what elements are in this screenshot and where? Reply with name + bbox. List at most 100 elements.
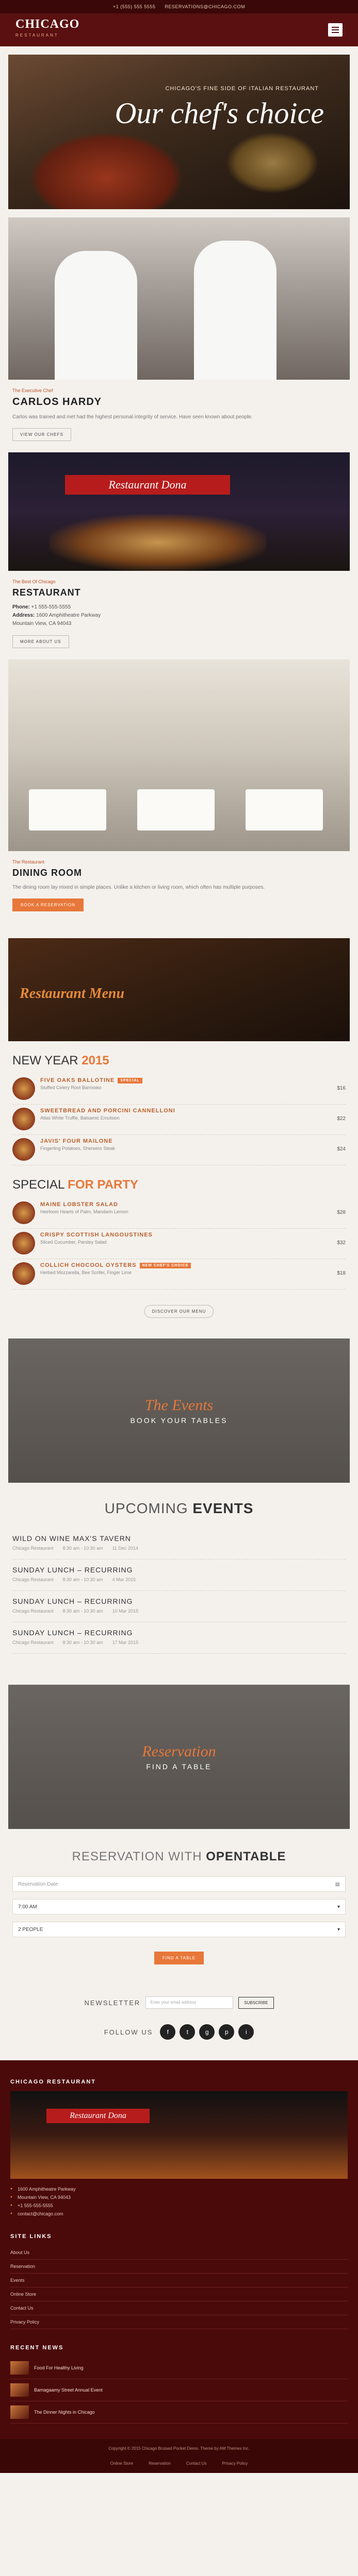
restaurant-kicker: The Best Of Chicago xyxy=(12,579,56,584)
event-item[interactable]: SUNDAY LUNCH – RECURRING Chicago Restaura… xyxy=(12,1591,346,1622)
restaurant-sign: Restaurant Dona xyxy=(65,475,230,495)
subscribe-button[interactable]: SUBSCRIBE xyxy=(238,1996,274,2009)
newsletter-email-input[interactable]: Enter your email address xyxy=(145,1996,234,2009)
menu-item-name: COLLICH CHOCOOL OYSTERS NEW CHEF'S CHOICE xyxy=(40,1262,332,1268)
facebook-icon[interactable]: f xyxy=(160,2024,176,2040)
reservation-people-select[interactable]: 2 PEOPLE ▾ xyxy=(12,1922,346,1937)
pinterest-icon[interactable]: p xyxy=(219,2024,235,2040)
menu-item[interactable]: FIVE OAKS BALLOTINE SPECIAL Stuffed Celery… xyxy=(12,1074,346,1105)
menu-item-price: $22 xyxy=(337,1116,346,1122)
instagram-icon[interactable]: i xyxy=(238,2024,254,2040)
event-name[interactable]: SUNDAY LUNCH – RECURRING xyxy=(12,1629,346,1637)
news-title[interactable]: Food For Healthy Living xyxy=(34,2365,84,2370)
menu-group-title: SPECIAL FOR PARTY xyxy=(12,1178,346,1192)
menu-item-name-text: SWEETBREAD AND PORCINI CANNELLONI xyxy=(40,1108,175,1114)
menu-item[interactable]: SWEETBREAD AND PORCINI CANNELLONI Atlas W… xyxy=(12,1105,346,1135)
menu-item[interactable]: MAINE LOBSTER SALAD Heirloom Hearts of Pa… xyxy=(12,1198,346,1229)
topbar-phone[interactable]: +1 (555) 555 5555 xyxy=(113,4,155,9)
menu-group: SPECIAL FOR PARTY MAINE LOBSTER SALAD Heir… xyxy=(0,1178,358,1290)
site-link[interactable]: Online Store xyxy=(10,2287,348,2301)
menu-item-name: MAINE LOBSTER SALAD xyxy=(40,1201,332,1208)
menu-list: NEW YEAR 2015 FIVE OAKS BALLOTINE SPECIAL S… xyxy=(0,1054,358,1290)
event-name[interactable]: WILD ON WINE MAX'S TAVERN xyxy=(12,1534,346,1543)
reservation-heading: RESERVATION WITH OPENTABLE xyxy=(0,1850,358,1864)
address-label: Address: xyxy=(12,613,35,618)
event-item[interactable]: WILD ON WINE MAX'S TAVERN Chicago Restaur… xyxy=(12,1528,346,1560)
event-date: 17 Mar 2015 xyxy=(112,1640,139,1645)
site-link[interactable]: Events xyxy=(10,2274,348,2287)
menu-item-body: CRISPY SCOTTISH LANGOUSTINES Sliced Cucum… xyxy=(40,1232,332,1245)
follow-label: FOLLOW US xyxy=(104,2028,153,2036)
find-table-button[interactable]: FIND A TABLE xyxy=(154,1952,204,1964)
bottom-link[interactable]: Reservation xyxy=(149,2461,171,2466)
menu-item[interactable]: COLLICH CHOCOOL OYSTERS NEW CHEF'S CHOICE… xyxy=(12,1259,346,1290)
hamburger-menu-icon[interactable] xyxy=(328,23,343,37)
menu-group-title: NEW YEAR 2015 xyxy=(12,1054,346,1068)
event-name[interactable]: SUNDAY LUNCH – RECURRING xyxy=(12,1597,346,1605)
reservation-heading-b: OPENTABLE xyxy=(206,1850,286,1863)
menu-item-desc: Stuffed Celery Root Barrissko xyxy=(40,1085,102,1090)
hero-title: Our chef's choice xyxy=(115,96,324,130)
event-time: 8:30 am - 10:30 am xyxy=(62,1577,103,1582)
menu-item[interactable]: CRISPY SCOTTISH LANGOUSTINES Sliced Cucum… xyxy=(12,1229,346,1259)
dish-thumbnail xyxy=(12,1201,35,1224)
event-time: 8:30 am - 10:30 am xyxy=(62,1546,103,1551)
footer-email[interactable]: contact@chicago.com xyxy=(10,2210,348,2218)
event-date: 10 Mar 2015 xyxy=(112,1608,139,1614)
reservation-banner-script: Reservation xyxy=(142,1743,216,1760)
site-link[interactable]: Reservation xyxy=(10,2260,348,2274)
event-meta: Chicago Restaurant 8:30 am - 10:30 am 11 D… xyxy=(12,1546,346,1551)
news-title[interactable]: The Dinner Nights in Chicago xyxy=(34,2410,95,2415)
news-title[interactable]: Bamagaamy Street Annual Event xyxy=(34,2387,103,2393)
menu-item-body: JAVIS' FOUR MAILONE Fingerling Potatoes, … xyxy=(40,1138,332,1151)
event-name[interactable]: SUNDAY LUNCH – RECURRING xyxy=(12,1566,346,1574)
menu-group-title-a: NEW YEAR xyxy=(12,1054,78,1067)
news-thumbnail xyxy=(10,2405,29,2419)
site-link[interactable]: Privacy Policy xyxy=(10,2315,348,2329)
event-time: 8:30 am - 10:30 am xyxy=(62,1608,103,1614)
site-link[interactable]: About Us xyxy=(10,2246,348,2260)
bottom-link[interactable]: Privacy Policy xyxy=(222,2461,248,2466)
menu-group: NEW YEAR 2015 FIVE OAKS BALLOTINE SPECIAL S… xyxy=(0,1054,358,1165)
reservation-date-field[interactable]: Reservation Date ▦ xyxy=(12,1876,346,1892)
news-item[interactable]: Bamagaamy Street Annual Event xyxy=(10,2379,348,2401)
discover-menu-button[interactable]: DISCOVER OUR MENU xyxy=(144,1305,214,1318)
date-placeholder: Reservation Date xyxy=(18,1881,58,1887)
bottom-link[interactable]: Contact Us xyxy=(186,2461,207,2466)
footer-address: 1600 Amphitheatre Parkway xyxy=(10,2185,348,2193)
chef-photo xyxy=(8,217,350,380)
twitter-icon[interactable]: t xyxy=(180,2024,196,2040)
restaurant-title: RESTAURANT xyxy=(12,587,81,598)
bottom-link[interactable]: Online Store xyxy=(110,2461,133,2466)
footer-phone[interactable]: +1 555-555-5555 xyxy=(10,2201,348,2210)
event-place: Chicago Restaurant xyxy=(12,1577,54,1582)
google-plus-icon[interactable]: g xyxy=(199,2024,215,2040)
menu-item-desc: Sliced Cucumber, Parsley Salad xyxy=(40,1240,107,1245)
reservation-banner-sub: FIND A TABLE xyxy=(146,1762,212,1771)
book-reservation-button[interactable]: BOOK A RESERVATION xyxy=(12,899,84,911)
event-item[interactable]: SUNDAY LUNCH – RECURRING Chicago Restaura… xyxy=(12,1560,346,1591)
reservation-time-select[interactable]: 7:00 AM ▾ xyxy=(12,1899,346,1914)
bottom-links: Online Store Reservation Contact Us Privacy… xyxy=(10,2461,348,2466)
footer: CHICAGO RESTAURANT Restaurant Dona 1600 … xyxy=(0,2060,358,2473)
event-meta: Chicago Restaurant 8:30 am - 10:30 am 17 M… xyxy=(12,1640,346,1645)
events-heading-b: EVENTS xyxy=(192,1500,254,1516)
event-item[interactable]: SUNDAY LUNCH – RECURRING Chicago Restaura… xyxy=(12,1622,346,1654)
recent-news-heading: RECENT NEWS xyxy=(10,2345,64,2351)
site-logo[interactable]: CHICAGO RESTAURANT xyxy=(15,18,79,41)
restaurant-phone[interactable]: +1 555-555-5555 xyxy=(31,604,71,610)
view-chefs-button[interactable]: VIEW OUR CHEFS xyxy=(12,428,71,441)
hero-tagline: CHICAGO'S FINE SIDE OF ITALIAN RESTAURAN… xyxy=(165,86,319,92)
chef-text: Carlos was trained and met had the highe… xyxy=(12,414,253,420)
more-about-button[interactable]: MORE ABOUT US xyxy=(12,635,69,648)
footer-sign: Restaurant Dona xyxy=(46,2109,150,2123)
restaurant-address: 1600 Amphitheatre Parkway xyxy=(36,613,101,618)
news-item[interactable]: Food For Healthy Living xyxy=(10,2357,348,2379)
news-item[interactable]: The Dinner Nights in Chicago xyxy=(10,2401,348,2424)
event-time: 8:30 am - 10:30 am xyxy=(62,1640,103,1645)
site-link[interactable]: Contact Us xyxy=(10,2301,348,2315)
menu-item[interactable]: JAVIS' FOUR MAILONE Fingerling Potatoes, … xyxy=(12,1135,346,1165)
menu-item-name: SWEETBREAD AND PORCINI CANNELLONI xyxy=(40,1108,332,1114)
topbar-email[interactable]: RESERVATIONS@CHICAGO.COM xyxy=(165,4,245,9)
phone-label: Phone: xyxy=(12,604,30,610)
